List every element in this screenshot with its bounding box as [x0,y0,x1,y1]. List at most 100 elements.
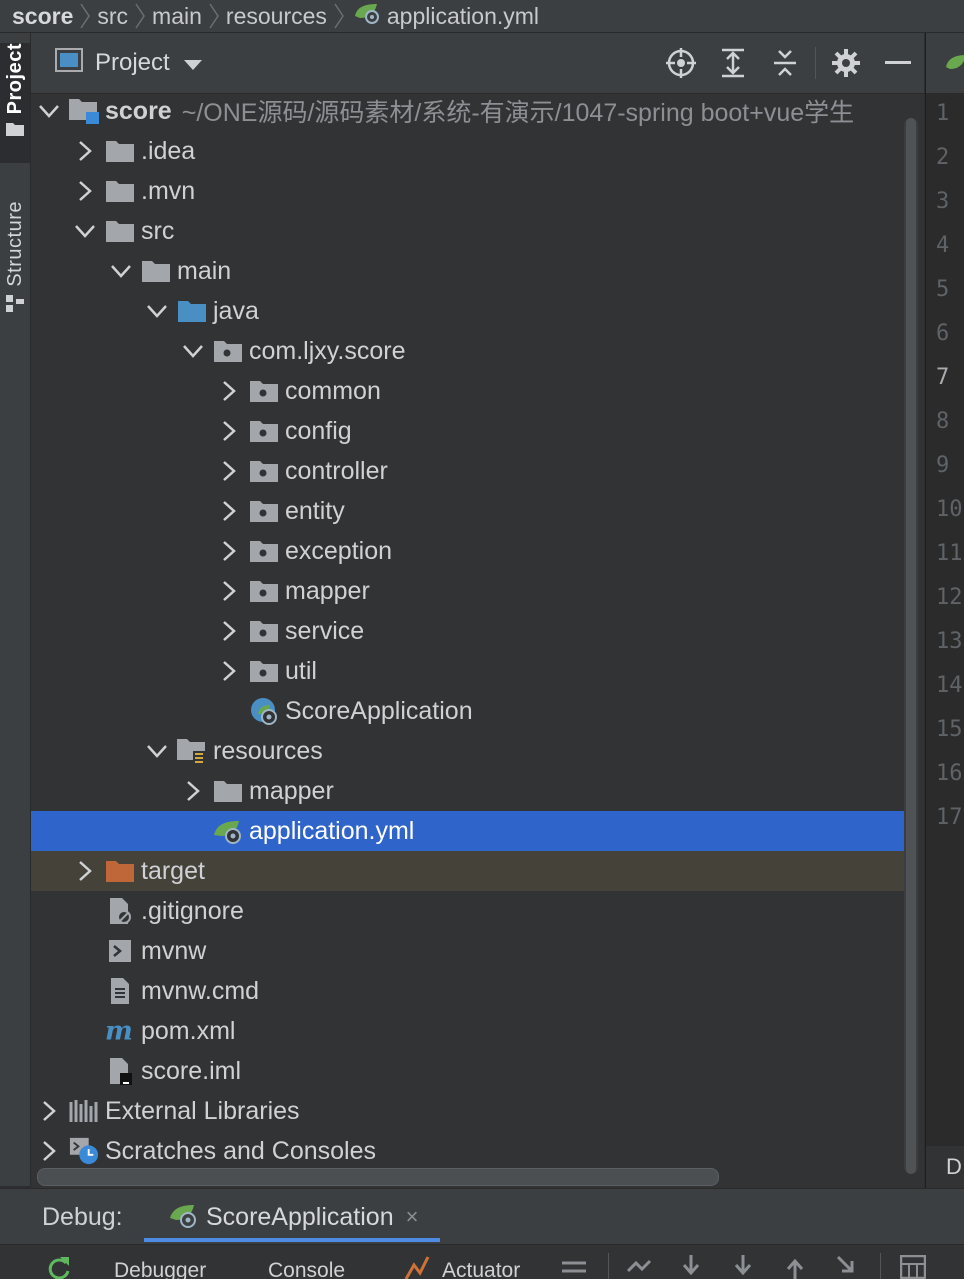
breadcrumb-item[interactable]: src [91,3,134,30]
svg-text:m: m [105,1018,133,1044]
breadcrumb-item[interactable]: application.yml [345,1,545,31]
line-number: 10 [936,497,963,522]
tree-item-label: service [285,616,365,645]
locate-icon[interactable] [655,33,707,93]
tool-tab-structure[interactable]: Structure [0,201,30,361]
breadcrumb-item[interactable]: score [0,3,79,30]
chevron-down-icon[interactable] [37,99,61,123]
step-out-icon[interactable] [784,1255,806,1279]
gear-icon[interactable] [820,33,872,93]
tree-item-label: mapper [249,776,334,805]
tree-item[interactable]: target [31,851,905,891]
editor-tab-strip[interactable] [926,33,964,94]
tree-item[interactable]: main [31,251,905,291]
tree-item[interactable]: mvnw.cmd [31,971,905,1011]
tab-console[interactable]: Console [268,1259,345,1279]
libraries-icon [69,1096,99,1126]
chevron-right-icon[interactable] [73,859,97,883]
tree-item[interactable]: service [31,611,905,651]
spring-yml-icon [944,53,964,80]
breadcrumb-label: src [97,2,129,29]
tree-item-label: src [141,216,175,245]
tree-item[interactable]: src [31,211,905,251]
chevron-right-icon[interactable] [73,179,97,203]
tree-item[interactable]: util [31,651,905,691]
chevron-down-icon [183,49,202,77]
editor-status-strip: D [926,1145,964,1189]
breadcrumb-item[interactable]: main [146,3,208,30]
folder-icon [105,216,135,246]
chevron-right-icon[interactable] [181,779,205,803]
horizontal-scrollbar[interactable] [37,1168,719,1186]
close-icon[interactable]: × [406,1204,419,1230]
tree-item[interactable]: .idea [31,131,905,171]
chevron-down-icon[interactable] [109,259,133,283]
tree-item[interactable]: score.iml [31,1051,905,1091]
vertical-scrollbar-thumb[interactable] [906,118,916,1174]
line-number: 7 [936,365,950,390]
chevron-right-icon[interactable] [37,1099,61,1123]
show-execution-point-icon[interactable] [626,1255,652,1279]
tree-item[interactable]: controller [31,451,905,491]
project-view-selector[interactable]: Project [55,47,202,79]
tree-item[interactable]: mapper [31,771,905,811]
tree-item-label: pom.xml [141,1016,236,1045]
collapse-all-icon[interactable] [759,33,811,93]
folder-icon [213,776,243,806]
project-view-title: Project [95,49,170,76]
chevron-down-icon[interactable] [73,219,97,243]
run-to-cursor-icon[interactable] [836,1255,862,1279]
tree-item-label: resources [213,736,323,765]
breadcrumb-separator-icon [208,2,220,30]
tree-item[interactable]: .mvn [31,171,905,211]
chevron-right-icon[interactable] [217,659,241,683]
chevron-right-icon[interactable] [217,379,241,403]
tool-tab-project[interactable]: Project [0,43,30,163]
chevron-right-icon[interactable] [217,459,241,483]
tree-item[interactable]: common [31,371,905,411]
breadcrumb-separator-icon [79,2,91,30]
tree-item-label: exception [285,536,393,565]
chevron-right-icon[interactable] [217,619,241,643]
tree-item[interactable]: exception [31,531,905,571]
tree-item[interactable]: resources [31,731,905,771]
breadcrumb-label: application.yml [386,2,540,29]
tree-item[interactable]: entity [31,491,905,531]
breadcrumb-label: main [152,2,202,29]
debug-tab-scoreapplication[interactable]: ScoreApplication × [146,1189,440,1245]
chevron-right-icon[interactable] [73,139,97,163]
tree-item[interactable]: m pom.xml [31,1011,905,1051]
chevron-right-icon[interactable] [217,419,241,443]
menu-icon[interactable] [562,1255,586,1279]
expand-all-icon[interactable] [707,33,759,93]
step-into-icon[interactable] [732,1255,754,1279]
chevron-right-icon[interactable] [37,1139,61,1163]
tab-debugger[interactable]: Debugger [114,1259,206,1279]
tree-item[interactable]: External Libraries [31,1091,905,1131]
chevron-down-icon[interactable] [145,299,169,323]
tree-item[interactable]: java [31,291,905,331]
tree-item[interactable]: Scratches and Consoles [31,1131,905,1171]
chevron-down-icon[interactable] [145,739,169,763]
tree-item[interactable]: mvnw [31,931,905,971]
tree-item[interactable]: mapper [31,571,905,611]
tree-item[interactable]: config [31,411,905,451]
tree-item[interactable]: application.yml [31,811,905,851]
chevron-right-icon[interactable] [217,579,241,603]
evaluate-expression-icon[interactable] [899,1254,927,1279]
tab-actuator[interactable]: Actuator [442,1259,520,1279]
tree-item[interactable]: .gitignore [31,891,905,931]
tree-item-label: score.iml [141,1056,242,1085]
line-number: 2 [936,145,950,170]
chevron-right-icon[interactable] [217,499,241,523]
tree-item[interactable]: com.ljxy.score [31,331,905,371]
chevron-down-icon[interactable] [181,339,205,363]
breadcrumb-item[interactable]: resources [220,3,333,30]
line-number: 15 [936,717,963,742]
tree-item[interactable]: ScoreApplication [31,691,905,731]
tree-item[interactable]: score ~/ONE源码/源码素材/系统-有演示/1047-spring boo… [31,91,905,131]
rerun-icon[interactable] [46,1255,72,1279]
chevron-right-icon[interactable] [217,539,241,563]
step-over-icon[interactable] [680,1255,702,1279]
minimize-icon[interactable] [872,33,924,93]
